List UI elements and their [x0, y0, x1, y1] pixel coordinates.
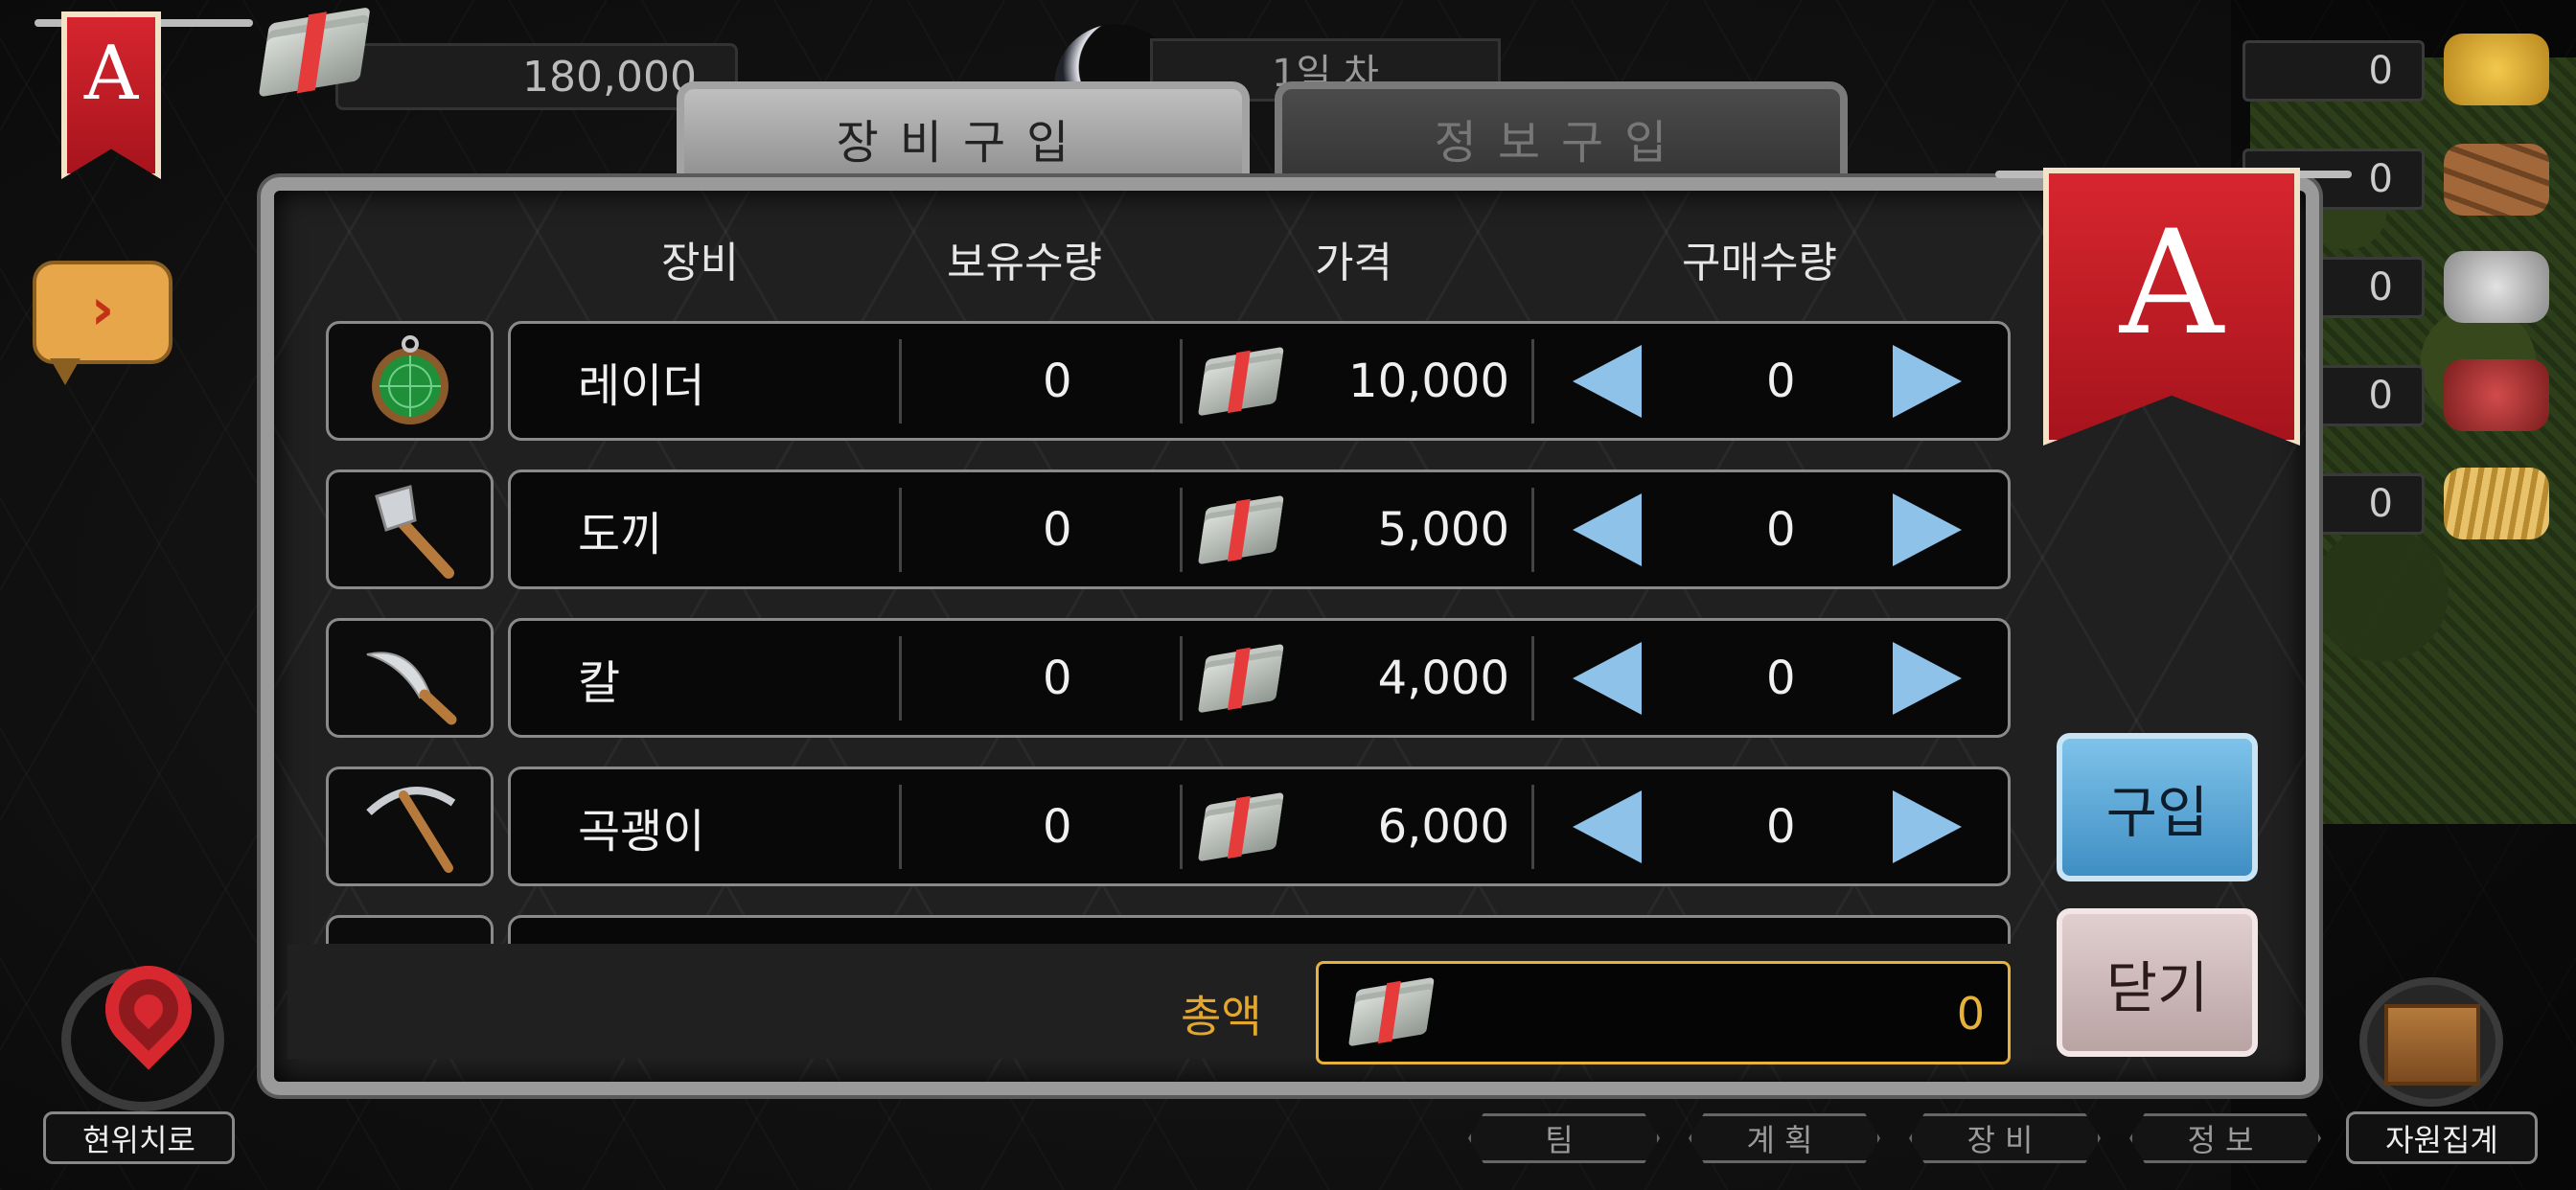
table-row: 레이더 0 10,000 0	[326, 321, 2011, 441]
increase-qty-button[interactable]	[1893, 790, 1962, 863]
current-location-label[interactable]: 현위치로	[43, 1111, 235, 1164]
decrease-qty-button[interactable]	[1573, 790, 1642, 863]
item-price: 10,000	[1348, 354, 1509, 408]
buy-button[interactable]: 구입	[2057, 733, 2258, 881]
chest-icon	[2384, 1004, 2480, 1086]
increase-qty-button[interactable]	[1893, 642, 1962, 715]
item-bar: 곡괭이 0 6,000 0	[508, 767, 2011, 886]
axe-icon	[326, 469, 494, 589]
decrease-qty-button[interactable]	[1573, 345, 1642, 418]
tab-info-purchase[interactable]: 정보구입	[1275, 81, 1848, 187]
table-row: 도끼 0 5,000 0	[326, 469, 2011, 589]
close-button[interactable]: 닫기	[2057, 908, 2258, 1057]
item-name: 도끼	[578, 507, 663, 561]
item-name: 칼	[578, 655, 621, 710]
resource-gold: 0	[2242, 40, 2425, 102]
nav-info[interactable]: 정보	[2129, 1113, 2321, 1163]
stone-icon	[2444, 251, 2549, 323]
item-price: 6,000	[1377, 799, 1509, 854]
meat-icon	[2444, 359, 2549, 431]
item-price: 4,000	[1377, 651, 1509, 705]
item-name: 곡괭이	[578, 804, 705, 858]
item-bar: 도끼 0 5,000 0	[508, 469, 2011, 589]
nav-plan[interactable]: 계획	[1689, 1113, 1880, 1163]
column-header-price: 가격	[1315, 239, 1392, 287]
column-header-owned: 보유수량	[947, 239, 1102, 287]
resource-summary-label[interactable]: 자원집계	[2346, 1111, 2538, 1164]
chevron-right-icon: ›	[90, 276, 115, 343]
buy-qty-value: 0	[1766, 354, 1796, 408]
table-row: 칼 0 4,000 0	[326, 618, 2011, 738]
decrease-qty-button[interactable]	[1573, 493, 1642, 566]
cash-icon	[1197, 357, 1283, 417]
owned-count: 0	[1043, 799, 1072, 854]
item-name: 레이더	[578, 358, 705, 413]
item-price: 5,000	[1377, 502, 1509, 557]
cash-icon	[1197, 803, 1283, 862]
column-header-item: 장비	[661, 239, 739, 287]
increase-qty-button[interactable]	[1893, 345, 1962, 418]
chat-toggle-button[interactable]: ›	[33, 261, 172, 385]
decrease-qty-button[interactable]	[1573, 642, 1642, 715]
total-value: 0	[1956, 988, 1985, 1040]
buy-qty-value: 0	[1766, 799, 1796, 854]
knife-icon	[326, 618, 494, 738]
pickaxe-icon	[326, 767, 494, 886]
column-header-buy-qty: 구매수량	[1682, 239, 1837, 287]
total-display: 0	[1316, 961, 2011, 1064]
total-label: 총액	[1181, 991, 1262, 1042]
item-bar: 칼 0 4,000 0	[508, 618, 2011, 738]
buy-qty-value: 0	[1766, 651, 1796, 705]
logs-icon	[2444, 144, 2549, 216]
hay-icon	[2444, 468, 2549, 539]
table-row: 곡괭이 0 6,000 0	[326, 767, 2011, 886]
radar-icon	[326, 321, 494, 441]
current-location-button[interactable]	[48, 948, 240, 1111]
cash-icon	[1197, 654, 1283, 714]
gold-pile-icon	[2444, 34, 2549, 105]
cash-icon	[1347, 988, 1434, 1047]
owned-count: 0	[1043, 354, 1072, 408]
increase-qty-button[interactable]	[1893, 493, 1962, 566]
buy-qty-value: 0	[1766, 502, 1796, 557]
tab-equipment-purchase[interactable]: 장비구입	[677, 81, 1250, 187]
owned-count: 0	[1043, 502, 1072, 557]
money-value: 180,000	[522, 52, 697, 102]
nav-team[interactable]: 팀	[1468, 1113, 1660, 1163]
owned-count: 0	[1043, 651, 1072, 705]
cash-icon	[1197, 506, 1283, 565]
item-bar: 레이더 0 10,000 0	[508, 321, 2011, 441]
nav-equipment[interactable]: 장비	[1909, 1113, 2101, 1163]
